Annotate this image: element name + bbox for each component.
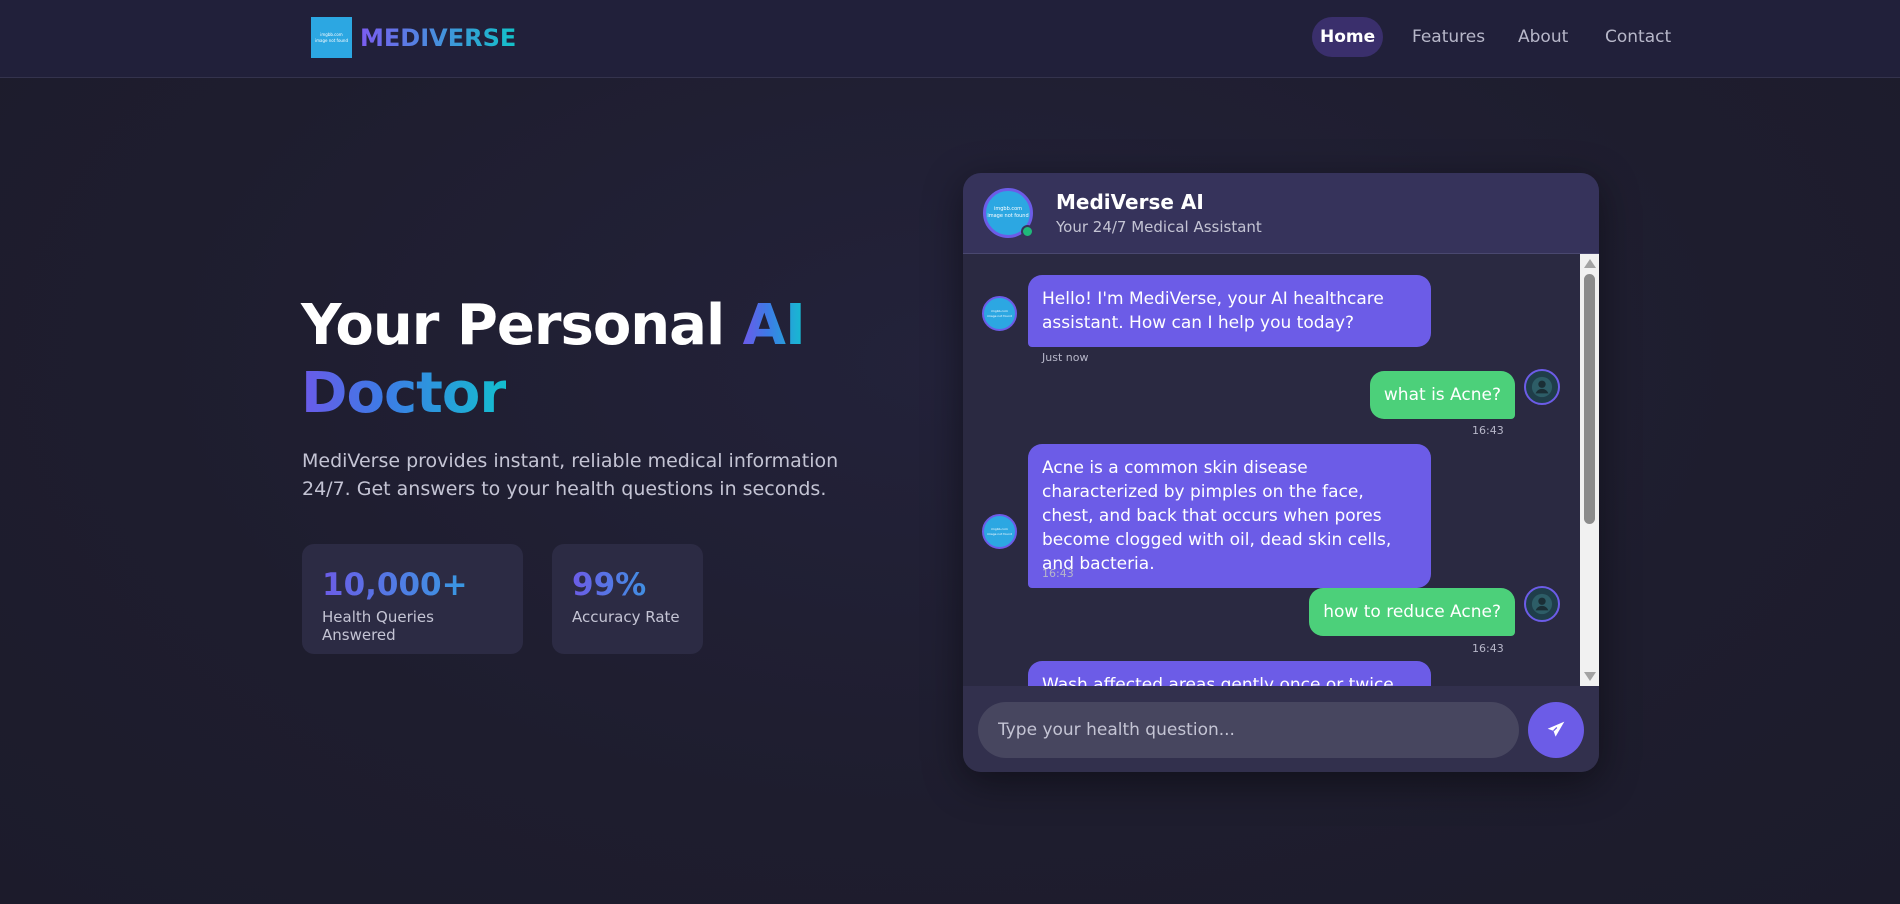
nav-features[interactable]: Features <box>1404 17 1493 57</box>
stat-label: Health Queries Answered <box>322 608 434 644</box>
nav-home[interactable]: Home <box>1312 17 1384 57</box>
message-list[interactable]: imgbb.com image not found Hello! I'm Medi… <box>963 254 1599 686</box>
message-time: 16:43 <box>1472 424 1504 437</box>
chat-message-input[interactable] <box>978 702 1519 758</box>
user-icon <box>1531 376 1553 398</box>
nav-links: Home Features About Contact <box>1310 17 1900 57</box>
hero-subtitle: MediVerse provides instant, reliable med… <box>302 450 839 500</box>
hero-title-text: Your Personal <box>301 293 743 358</box>
logo-image: imgbb.com image not found <box>311 17 352 58</box>
scroll-down-arrow-icon[interactable] <box>1584 672 1596 681</box>
stat-card-accuracy: 99% Accuracy Rate <box>552 544 703 654</box>
message-time: 16:43 <box>1472 642 1504 655</box>
hero-title-highlight-ai: AI <box>742 293 806 358</box>
nav-about[interactable]: About <box>1510 17 1576 57</box>
logo-image-caption-bottom: image not found <box>314 37 349 43</box>
scroll-up-arrow-icon[interactable] <box>1584 259 1596 268</box>
user-avatar <box>1524 369 1560 405</box>
brand-name: MEDIVERSE <box>360 23 517 52</box>
stat-label: Accuracy Rate <box>572 608 680 626</box>
bot-message-avatar: imgbb.com image not found <box>982 514 1017 549</box>
bot-message: Hello! I'm MediVerse, your AI healthcare… <box>1028 275 1431 347</box>
stat-value: 10,000+ <box>322 566 503 604</box>
message-time: 16:43 <box>1042 567 1074 580</box>
chat-input-bar <box>963 686 1599 772</box>
chat-header: imgbb.com image not found MediVerse AI Y… <box>963 173 1599 254</box>
hero-title: Your Personal AI Doctor <box>301 292 901 428</box>
message-scrollbar[interactable] <box>1580 254 1599 686</box>
bot-message-avatar: imgbb.com image not found <box>982 296 1017 331</box>
user-icon <box>1531 593 1553 615</box>
bot-message: Acne is a common skin disease characteri… <box>1028 444 1431 588</box>
hero-title-highlight-doctor: Doctor <box>301 361 507 426</box>
bot-avatar-caption-bottom: image not found <box>987 213 1029 219</box>
nav-contact[interactable]: Contact <box>1597 17 1679 57</box>
brand-logo[interactable]: imgbb.com image not found MEDIVERSE <box>311 17 516 58</box>
paper-plane-icon <box>1547 721 1565 737</box>
bot-message: Wash affected areas gently once or twice <box>1028 661 1431 686</box>
user-message: what is Acne? <box>1369 371 1515 419</box>
chat-widget: imgbb.com image not found MediVerse AI Y… <box>963 173 1599 772</box>
stat-card-queries: 10,000+ Health Queries Answered <box>302 544 523 654</box>
online-status-dot <box>1021 225 1034 238</box>
chat-subtitle: Your 24/7 Medical Assistant <box>1056 218 1262 236</box>
navbar: imgbb.com image not found MEDIVERSE Home… <box>0 0 1900 78</box>
chat-title: MediVerse AI <box>1056 190 1204 214</box>
stat-value: 99% <box>572 566 683 604</box>
user-avatar <box>1524 586 1560 622</box>
scroll-thumb[interactable] <box>1584 274 1595 524</box>
message-time: Just now <box>1042 351 1089 364</box>
user-message: how to reduce Acne? <box>1309 588 1515 636</box>
bot-avatar-caption-top: imgbb.com <box>993 206 1023 212</box>
send-button[interactable] <box>1528 702 1584 758</box>
